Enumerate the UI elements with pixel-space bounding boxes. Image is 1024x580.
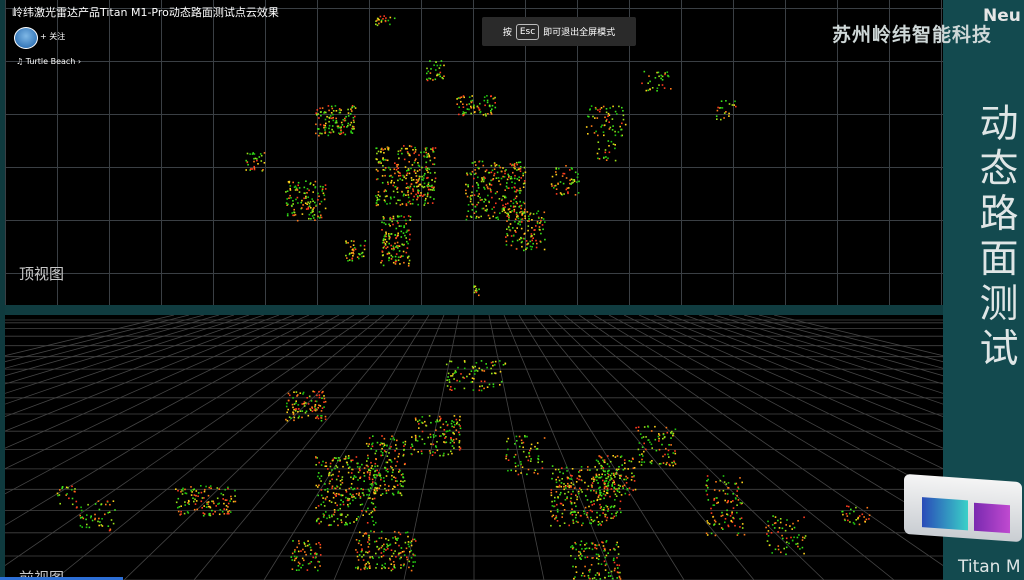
follow-button[interactable]: + 关注: [40, 31, 65, 42]
esc-key: Esc: [515, 23, 540, 40]
vertical-title-char: 动: [979, 102, 1019, 147]
top-view-pointcloud: [245, 15, 737, 297]
vertical-title: 动 态 路 面 测 试: [974, 102, 1024, 372]
fullscreen-exit-banner: 按 Esc 即可退出全屏模式: [482, 17, 636, 46]
front-view-pointcloud: [5, 315, 943, 580]
banner-prefix: 按: [502, 28, 512, 38]
front-view-panel: 前视图: [5, 315, 943, 580]
view-divider: [5, 305, 943, 315]
music-note-icon: ♫: [16, 57, 24, 66]
banner-suffix: 即可退出全屏模式: [543, 28, 616, 38]
vertical-title-char: 态: [979, 147, 1019, 192]
vertical-title-char: 测: [979, 282, 1019, 327]
product-label: Titan M: [958, 557, 1021, 577]
device-lens-left: [922, 497, 968, 531]
vertical-title-char: 路: [979, 192, 1019, 237]
lidar-device-image: [904, 473, 1022, 543]
corner-logo-text: Neu: [983, 6, 1021, 26]
music-title: Turtle Beach: [25, 57, 76, 66]
vertical-title-char: 面: [979, 237, 1019, 282]
vertical-title-char: 试: [979, 327, 1019, 372]
chevron-right-icon: ›: [77, 57, 82, 66]
music-link[interactable]: ♫ Turtle Beach ›: [16, 57, 81, 66]
channel-avatar[interactable]: [14, 27, 38, 49]
device-lens-right: [974, 502, 1010, 534]
company-name: 苏州岭纬智能科技: [832, 24, 993, 46]
top-view-panel: 顶视图: [5, 0, 943, 305]
video-title: 岭纬激光雷达产品Titan M1-Pro动态路面测试点云效果: [12, 6, 279, 19]
top-view-label: 顶视图: [19, 265, 65, 283]
